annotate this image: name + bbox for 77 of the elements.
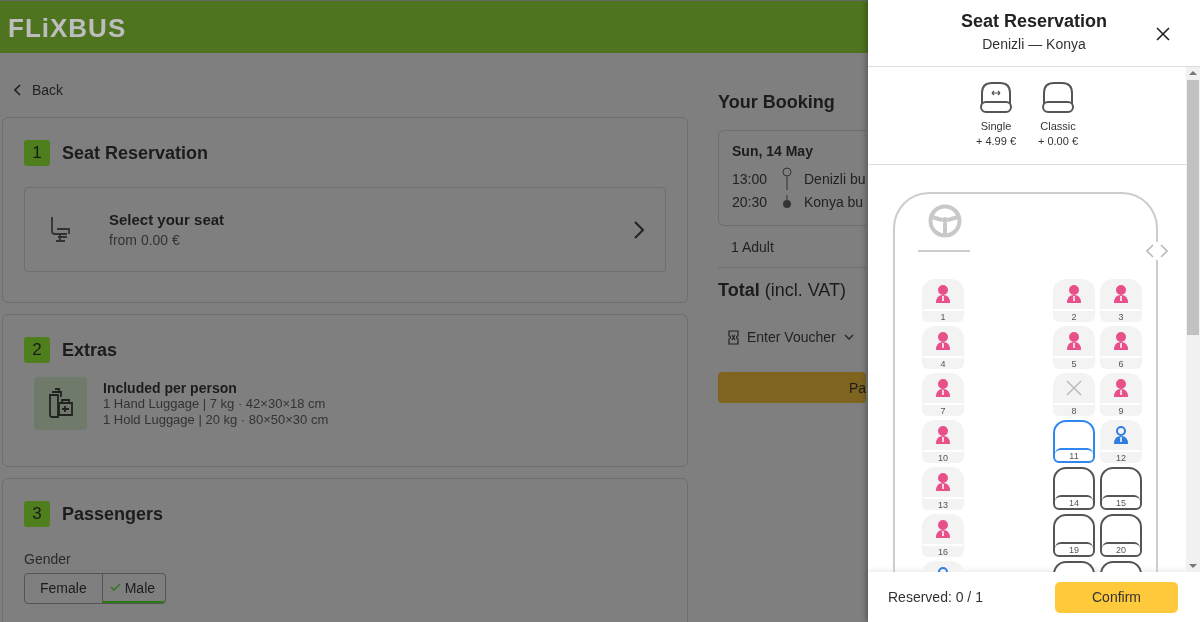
seat-button[interactable]: 19 bbox=[1053, 514, 1095, 557]
passenger-icon bbox=[1113, 285, 1129, 303]
reserved-count: Reserved: 0 / 1 bbox=[888, 589, 983, 605]
scrollbar[interactable] bbox=[1186, 67, 1200, 572]
steering-wheel-icon bbox=[928, 204, 962, 238]
route-line-icon bbox=[782, 194, 792, 209]
chevron-right-icon bbox=[633, 219, 645, 240]
route-line-icon bbox=[782, 167, 792, 190]
luggage-allowance: 1 Hand Luggage | 7 kg · 42×30×18 cm bbox=[103, 395, 327, 412]
close-icon bbox=[1156, 27, 1170, 41]
passenger-icon bbox=[1113, 379, 1129, 397]
stop-name: Denizli bu bbox=[804, 170, 866, 187]
stop-name: Konya bu bbox=[804, 193, 864, 210]
step-number: 1 bbox=[24, 140, 50, 166]
select-seat-option[interactable]: Select your seat from 0.00 € bbox=[24, 187, 666, 272]
seat-button[interactable]: 9 bbox=[1100, 373, 1142, 416]
seat-button[interactable]: 4 bbox=[922, 326, 964, 369]
seat-icon bbox=[49, 214, 71, 245]
seat-button[interactable]: 2 bbox=[1053, 279, 1095, 322]
seat-button[interactable]: 10 bbox=[922, 420, 964, 463]
gender-option[interactable]: Female bbox=[25, 574, 102, 603]
passenger-icon bbox=[1113, 332, 1129, 350]
stop-time: 13:00 bbox=[732, 170, 769, 187]
passenger-icon bbox=[935, 473, 951, 491]
seat-button[interactable]: 6 bbox=[1100, 326, 1142, 369]
seat-button[interactable]: 14 bbox=[1053, 467, 1095, 510]
checkmark-icon bbox=[109, 583, 121, 592]
passenger-icon bbox=[935, 332, 951, 350]
drawer-title: Seat Reservation bbox=[960, 10, 1108, 32]
confirm-button[interactable]: Confirm bbox=[1055, 581, 1178, 613]
step-title: Passengers bbox=[62, 503, 164, 525]
passenger-icon bbox=[935, 426, 951, 444]
step-number: 2 bbox=[24, 337, 50, 363]
booking-title: Your Booking bbox=[718, 92, 836, 113]
passenger-icon bbox=[1113, 426, 1129, 444]
seat-type-price: + 4.99 € bbox=[975, 134, 1017, 149]
included-title: Included per person bbox=[103, 379, 238, 396]
seat-button[interactable]: 3 bbox=[1100, 279, 1142, 322]
close-button[interactable] bbox=[1156, 27, 1170, 41]
step-title: Seat Reservation bbox=[62, 142, 209, 164]
passenger-icon bbox=[935, 379, 951, 397]
ticket-icon bbox=[728, 329, 739, 345]
step-title: Extras bbox=[62, 339, 118, 361]
seat-button[interactable]: 1 bbox=[922, 279, 964, 322]
seat-type-label: Classic bbox=[1040, 119, 1076, 134]
seat-button[interactable]: 8 bbox=[1053, 373, 1095, 416]
seat-button[interactable]: 7 bbox=[922, 373, 964, 416]
passenger-count: 1 Adult bbox=[718, 226, 866, 268]
passenger-icon bbox=[1066, 332, 1082, 350]
seat-button[interactable]: 12 bbox=[1100, 420, 1142, 463]
gender-label: Gender bbox=[24, 551, 72, 567]
gender-option[interactable]: Male bbox=[101, 574, 166, 603]
chevron-left-icon bbox=[14, 84, 22, 96]
route-label: Denizli — Konya bbox=[982, 35, 1086, 52]
step-number: 3 bbox=[24, 501, 50, 527]
back-link[interactable]: Back bbox=[14, 79, 64, 101]
seat-type-icon bbox=[1042, 82, 1074, 113]
passenger-icon bbox=[935, 520, 951, 538]
close-icon bbox=[1066, 380, 1082, 396]
seat-button[interactable]: 20 bbox=[1100, 514, 1142, 557]
trip-date: Sun, 14 May bbox=[732, 143, 814, 159]
luggage-allowance: 1 Hold Luggage | 20 kg · 80×50×30 cm bbox=[103, 411, 329, 428]
passenger-icon bbox=[935, 285, 951, 303]
voucher-toggle[interactable]: Enter Voucher bbox=[728, 329, 854, 345]
seat-button[interactable]: 15 bbox=[1100, 467, 1142, 510]
seat-button[interactable]: 13 bbox=[922, 467, 964, 510]
passenger-icon bbox=[1066, 285, 1082, 303]
stop-time: 20:30 bbox=[732, 193, 769, 210]
seat-button[interactable]: 11 bbox=[1053, 420, 1095, 463]
total-label: Total (incl. VAT) bbox=[718, 280, 847, 301]
luggage-icon bbox=[34, 377, 87, 430]
seat-button[interactable]: 16 bbox=[922, 514, 964, 557]
seat-type-label: Single bbox=[980, 119, 1012, 134]
seat-type-price: + 0.00 € bbox=[1037, 134, 1079, 149]
chevron-down-icon bbox=[843, 334, 854, 340]
seat-type-icon bbox=[980, 82, 1012, 113]
seat-button[interactable]: 5 bbox=[1053, 326, 1095, 369]
